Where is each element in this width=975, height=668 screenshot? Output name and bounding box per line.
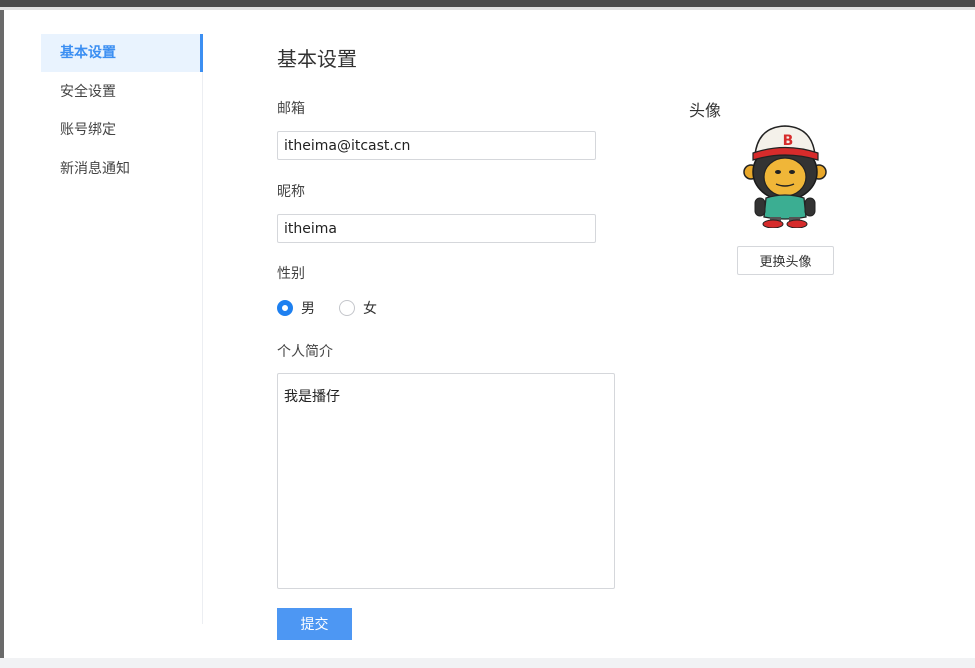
nickname-label: 昵称: [277, 184, 305, 200]
gender-option-label: 女: [363, 301, 377, 317]
submit-button[interactable]: 提交: [277, 608, 352, 640]
sidebar-item-account-binding[interactable]: 账号绑定: [41, 111, 203, 149]
bio-textarea[interactable]: 我是播仔: [277, 373, 615, 589]
bio-label: 个人简介: [277, 344, 333, 360]
change-avatar-button[interactable]: 更换头像: [737, 246, 834, 275]
window-left-edge: [0, 10, 4, 658]
avatar: B: [742, 120, 828, 229]
email-label: 邮箱: [277, 101, 305, 117]
gender-option-label: 男: [301, 301, 315, 317]
window-bottom-strip: [0, 658, 975, 668]
nickname-field[interactable]: [277, 214, 596, 243]
sidebar-item-message-notification[interactable]: 新消息通知: [41, 150, 203, 188]
gender-radio-male[interactable]: 男: [277, 298, 315, 318]
gender-radio-female[interactable]: 女: [339, 298, 377, 318]
settings-sidebar: 基本设置 安全设置 账号绑定 新消息通知: [41, 34, 203, 624]
avatar-label: 头像: [689, 101, 722, 120]
gender-label: 性别: [277, 266, 305, 282]
page-title: 基本设置: [277, 47, 357, 71]
window-top-bar: [0, 0, 975, 10]
sidebar-item-basic-settings[interactable]: 基本设置: [41, 34, 203, 72]
radio-checked-icon[interactable]: [277, 300, 293, 316]
radio-unchecked-icon[interactable]: [339, 300, 355, 316]
sidebar-item-security-settings[interactable]: 安全设置: [41, 73, 203, 111]
email-field[interactable]: [277, 131, 596, 160]
monkey-mascot-icon: B: [743, 125, 827, 229]
svg-text:B: B: [783, 133, 794, 149]
